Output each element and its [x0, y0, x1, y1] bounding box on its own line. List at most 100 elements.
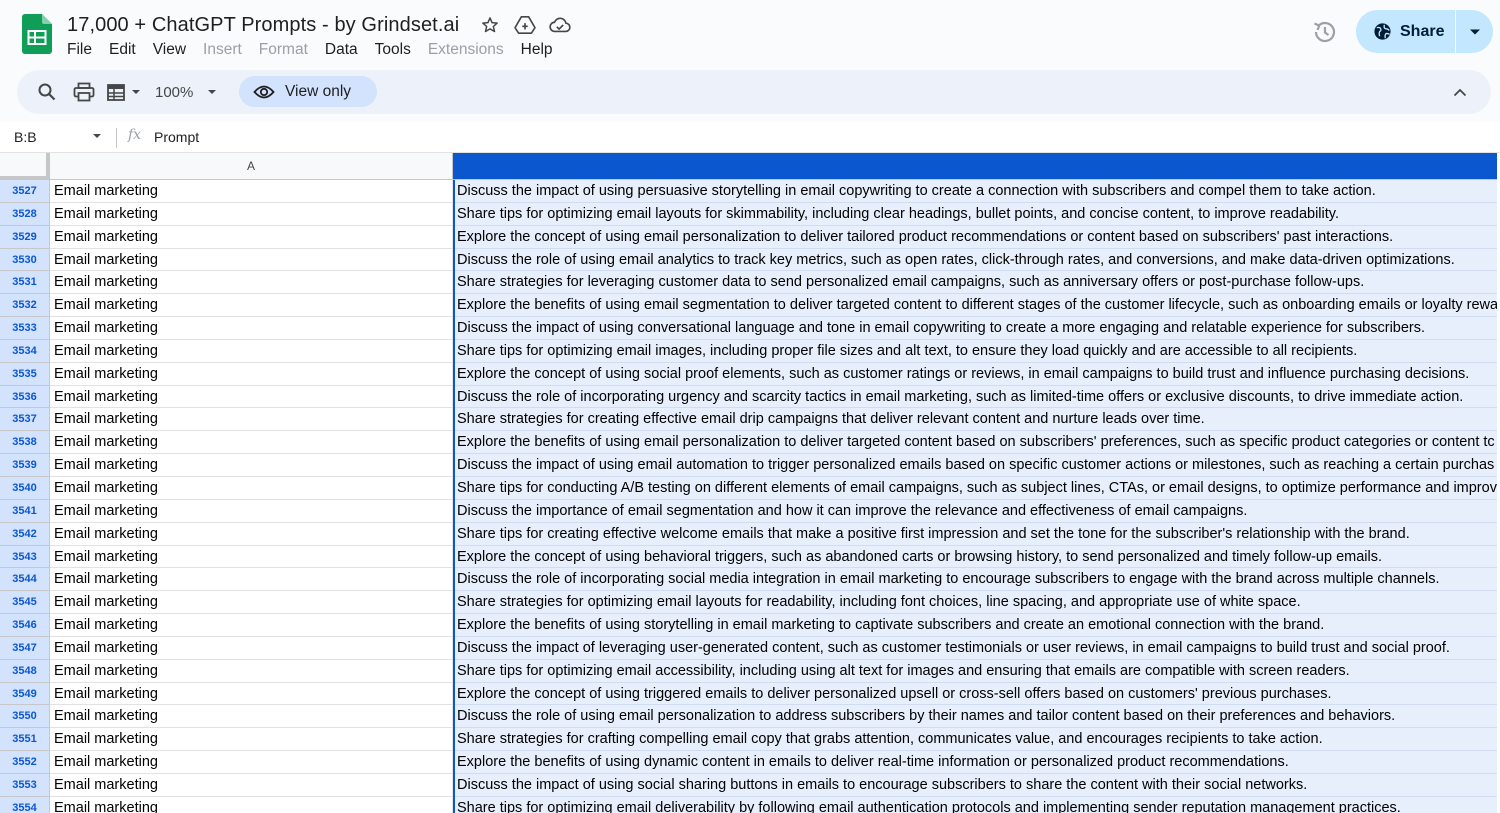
- row-number[interactable]: 3548: [0, 659, 50, 683]
- row-number[interactable]: 3551: [0, 728, 50, 752]
- row-number[interactable]: 3532: [0, 294, 50, 318]
- cell-prompt[interactable]: Discuss the impact of using social shari…: [453, 773, 1497, 797]
- menu-file[interactable]: File: [67, 40, 92, 60]
- paint-format-button[interactable]: [106, 70, 141, 114]
- cell-prompt[interactable]: Share strategies for optimizing email la…: [453, 591, 1497, 615]
- cell-category[interactable]: Email marketing: [50, 545, 453, 569]
- cell-category[interactable]: Email marketing: [50, 522, 453, 546]
- row-number[interactable]: 3554: [0, 796, 50, 813]
- menu-extensions[interactable]: Extensions: [428, 40, 504, 60]
- collapse-menus-button[interactable]: [1453, 70, 1467, 114]
- cell-prompt[interactable]: Discuss the role of using email analytic…: [453, 248, 1497, 272]
- cell-category[interactable]: Email marketing: [50, 751, 453, 774]
- cell-prompt[interactable]: Explore the concept of using social proo…: [453, 362, 1497, 386]
- cell-category[interactable]: Email marketing: [50, 476, 453, 500]
- row-number[interactable]: 3550: [0, 705, 50, 729]
- column-header-a[interactable]: A: [50, 153, 453, 180]
- cell-category[interactable]: Email marketing: [50, 728, 453, 752]
- cell-category[interactable]: Email marketing: [50, 202, 453, 226]
- cell-category[interactable]: Email marketing: [50, 317, 453, 340]
- history-icon[interactable]: [1311, 18, 1339, 46]
- cell-prompt[interactable]: Share tips for optimizing email layouts …: [453, 202, 1497, 226]
- row-number[interactable]: 3540: [0, 476, 50, 500]
- cell-prompt[interactable]: Explore the benefits of using email pers…: [453, 431, 1497, 455]
- cell-category[interactable]: Email marketing: [50, 796, 453, 813]
- share-options-button[interactable]: [1456, 10, 1493, 53]
- share-button[interactable]: Share: [1356, 10, 1456, 53]
- row-number[interactable]: 3552: [0, 751, 50, 774]
- menu-edit[interactable]: Edit: [109, 40, 136, 60]
- row-number[interactable]: 3530: [0, 248, 50, 272]
- cell-category[interactable]: Email marketing: [50, 773, 453, 797]
- cell-prompt[interactable]: Discuss the role of incorporating social…: [453, 568, 1497, 592]
- cell-category[interactable]: Email marketing: [50, 591, 453, 615]
- menu-view[interactable]: View: [153, 40, 186, 60]
- row-number[interactable]: 3544: [0, 568, 50, 592]
- row-number[interactable]: 3549: [0, 682, 50, 706]
- cell-prompt[interactable]: Share strategies for creating effective …: [453, 408, 1497, 432]
- cell-category[interactable]: Email marketing: [50, 385, 453, 409]
- cell-category[interactable]: Email marketing: [50, 636, 453, 660]
- row-number[interactable]: 3546: [0, 614, 50, 637]
- select-all-corner[interactable]: [0, 153, 50, 180]
- cell-category[interactable]: Email marketing: [50, 248, 453, 272]
- cell-category[interactable]: Email marketing: [50, 408, 453, 432]
- cell-category[interactable]: Email marketing: [50, 339, 453, 363]
- cell-prompt[interactable]: Share strategies for crafting compelling…: [453, 728, 1497, 752]
- cell-prompt[interactable]: Explore the concept of using email perso…: [453, 225, 1497, 249]
- cell-category[interactable]: Email marketing: [50, 568, 453, 592]
- sheets-logo-icon[interactable]: [22, 14, 52, 54]
- cell-prompt[interactable]: Explore the concept of using behavioral …: [453, 545, 1497, 569]
- cell-category[interactable]: Email marketing: [50, 454, 453, 477]
- row-number[interactable]: 3553: [0, 773, 50, 797]
- zoom-select[interactable]: 100%: [155, 70, 217, 114]
- drive-move-icon[interactable]: [514, 14, 537, 36]
- row-number[interactable]: 3547: [0, 636, 50, 660]
- search-button[interactable]: [37, 70, 57, 114]
- column-header-b[interactable]: [453, 153, 1497, 180]
- row-number[interactable]: 3535: [0, 362, 50, 386]
- cell-prompt[interactable]: Explore the benefits of using email segm…: [453, 294, 1497, 318]
- cell-category[interactable]: Email marketing: [50, 659, 453, 683]
- cell-category[interactable]: Email marketing: [50, 271, 453, 295]
- cell-prompt[interactable]: Discuss the impact of using email automa…: [453, 454, 1497, 477]
- cell-category[interactable]: Email marketing: [50, 705, 453, 729]
- row-number[interactable]: 3534: [0, 339, 50, 363]
- cell-prompt[interactable]: Discuss the impact of using persuasive s…: [453, 180, 1497, 203]
- row-number[interactable]: 3542: [0, 522, 50, 546]
- cell-prompt[interactable]: Share tips for optimizing email accessib…: [453, 659, 1497, 683]
- cell-category[interactable]: Email marketing: [50, 682, 453, 706]
- menu-help[interactable]: Help: [521, 40, 553, 60]
- cell-prompt[interactable]: Explore the benefits of using storytelli…: [453, 614, 1497, 637]
- cell-prompt[interactable]: Discuss the importance of email segmenta…: [453, 499, 1497, 523]
- menu-format[interactable]: Format: [259, 40, 308, 60]
- view-only-button[interactable]: View only: [239, 76, 377, 107]
- cell-category[interactable]: Email marketing: [50, 431, 453, 455]
- row-number[interactable]: 3537: [0, 408, 50, 432]
- cell-category[interactable]: Email marketing: [50, 180, 453, 203]
- cell-prompt[interactable]: Discuss the impact of leveraging user-ge…: [453, 636, 1497, 660]
- caret-down-icon[interactable]: [92, 133, 102, 139]
- row-number[interactable]: 3545: [0, 591, 50, 615]
- row-number[interactable]: 3543: [0, 545, 50, 569]
- cell-category[interactable]: Email marketing: [50, 225, 453, 249]
- row-number[interactable]: 3538: [0, 431, 50, 455]
- cell-prompt[interactable]: Share tips for creating effective welcom…: [453, 522, 1497, 546]
- print-button[interactable]: [73, 70, 95, 114]
- cell-category[interactable]: Email marketing: [50, 294, 453, 318]
- row-number[interactable]: 3528: [0, 202, 50, 226]
- cell-prompt[interactable]: Explore the benefits of using dynamic co…: [453, 751, 1497, 774]
- cell-category[interactable]: Email marketing: [50, 499, 453, 523]
- row-number[interactable]: 3536: [0, 385, 50, 409]
- row-number[interactable]: 3529: [0, 225, 50, 249]
- star-icon[interactable]: [479, 14, 501, 36]
- menu-insert[interactable]: Insert: [203, 40, 242, 60]
- cell-prompt[interactable]: Discuss the role of incorporating urgenc…: [453, 385, 1497, 409]
- cell-prompt[interactable]: Discuss the impact of using conversation…: [453, 317, 1497, 340]
- cell-prompt[interactable]: Discuss the role of using email personal…: [453, 705, 1497, 729]
- name-box[interactable]: B:B: [14, 122, 37, 153]
- cell-prompt[interactable]: Share tips for optimizing email delivera…: [453, 796, 1497, 813]
- cell-prompt[interactable]: Explore the concept of using triggered e…: [453, 682, 1497, 706]
- row-number[interactable]: 3527: [0, 180, 50, 203]
- row-number[interactable]: 3533: [0, 317, 50, 340]
